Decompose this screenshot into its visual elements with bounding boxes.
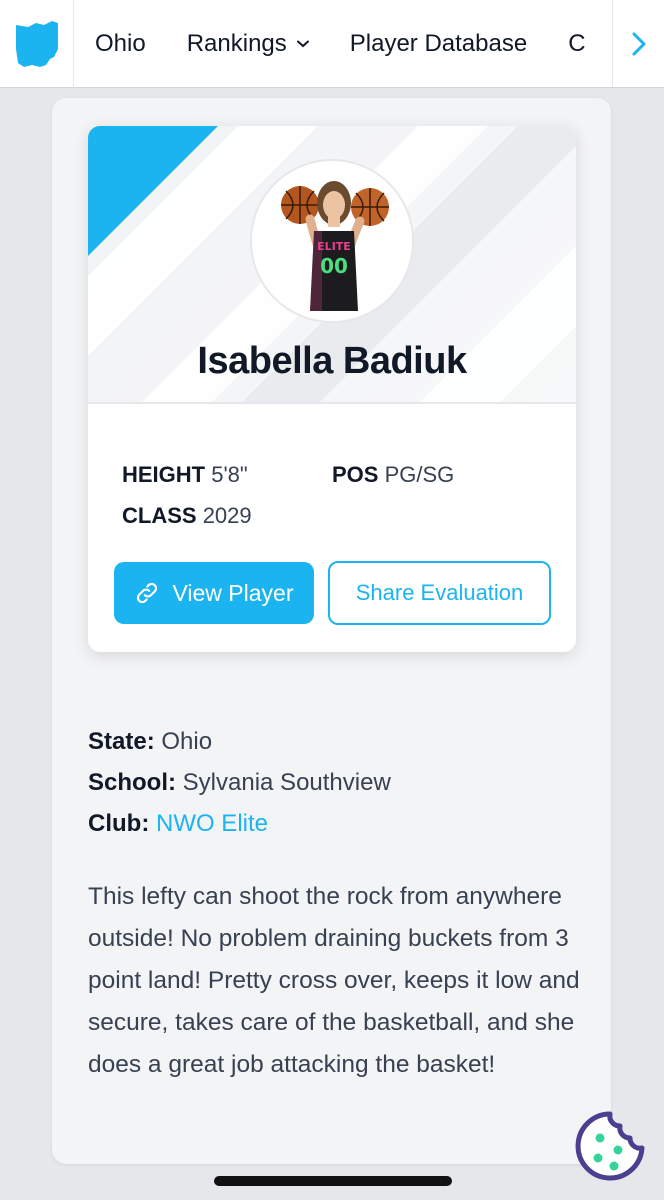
player-name: Isabella Badiuk bbox=[197, 340, 467, 382]
stat-pos-value: PG/SG bbox=[384, 462, 455, 487]
stat-height-value: 5'8" bbox=[211, 462, 248, 487]
info-state-label: State: bbox=[88, 728, 155, 755]
club-link[interactable]: NWO Elite bbox=[156, 810, 268, 837]
stat-pos-label: POS bbox=[332, 462, 379, 487]
stat-class: CLASS 2029 bbox=[122, 503, 252, 529]
nav-item-player-database[interactable]: Player Database bbox=[350, 30, 527, 58]
nav-item-label: C bbox=[568, 29, 586, 57]
stat-class-value: 2029 bbox=[202, 503, 252, 528]
info-school: School: Sylvania Southview bbox=[88, 767, 391, 808]
chevron-down-icon bbox=[296, 40, 309, 48]
stat-height: HEIGHT 5'8" bbox=[122, 462, 248, 488]
home-indicator bbox=[214, 1176, 452, 1186]
info-club-label: Club: bbox=[88, 810, 150, 837]
link-icon bbox=[137, 582, 158, 604]
player-info: State: Ohio School: Sylvania Southview C… bbox=[88, 726, 391, 849]
view-player-label: View Player bbox=[172, 579, 294, 606]
evaluation-card: ELITE 00 Isabella Badiuk HEIGHT 5'8" POS… bbox=[52, 98, 611, 1164]
cookie-icon bbox=[575, 1111, 645, 1181]
chevron-right-icon bbox=[632, 32, 645, 56]
jersey-number: 00 bbox=[320, 254, 348, 278]
info-school-label: School: bbox=[88, 769, 176, 796]
nav-item-ohio[interactable]: Ohio bbox=[95, 30, 146, 58]
nav-item-label: Player Database bbox=[349, 29, 528, 57]
ohio-state-shape-icon bbox=[15, 20, 58, 67]
nav-item-rankings[interactable]: Rankings bbox=[187, 30, 309, 58]
nav-item-truncated[interactable]: C bbox=[568, 30, 585, 58]
stat-position: POS PG/SG bbox=[332, 462, 454, 488]
nav-item-label: Ohio bbox=[95, 29, 146, 57]
top-nav: Ohio Rankings Player Database C bbox=[0, 0, 664, 88]
state-logo-link[interactable] bbox=[0, 0, 74, 88]
share-evaluation-label: Share Evaluation bbox=[355, 580, 524, 605]
share-evaluation-button[interactable]: Share Evaluation bbox=[328, 561, 551, 625]
nav-items: Ohio Rankings Player Database C bbox=[74, 0, 664, 87]
player-hero: ELITE 00 Isabella Badiuk bbox=[88, 126, 576, 404]
info-state: State: Ohio bbox=[88, 726, 391, 767]
cookie-settings-button[interactable] bbox=[574, 1110, 646, 1182]
nav-item-label: Rankings bbox=[186, 29, 287, 57]
info-school-value: Sylvania Southview bbox=[182, 769, 391, 796]
stat-class-label: CLASS bbox=[122, 503, 197, 528]
stat-height-label: HEIGHT bbox=[122, 462, 206, 487]
info-state-value: Ohio bbox=[161, 728, 213, 755]
player-card: ELITE 00 Isabella Badiuk HEIGHT 5'8" POS… bbox=[88, 126, 576, 652]
evaluation-text: This lefty can shoot the rock from anywh… bbox=[88, 883, 580, 1078]
player-avatar: ELITE 00 bbox=[250, 159, 414, 323]
view-player-button[interactable]: View Player bbox=[114, 562, 314, 624]
info-club: Club: NWO Elite bbox=[88, 808, 391, 849]
player-photo: ELITE 00 bbox=[252, 161, 412, 321]
jersey-text: ELITE bbox=[317, 240, 351, 253]
nav-scroll-right-button[interactable] bbox=[612, 0, 664, 87]
